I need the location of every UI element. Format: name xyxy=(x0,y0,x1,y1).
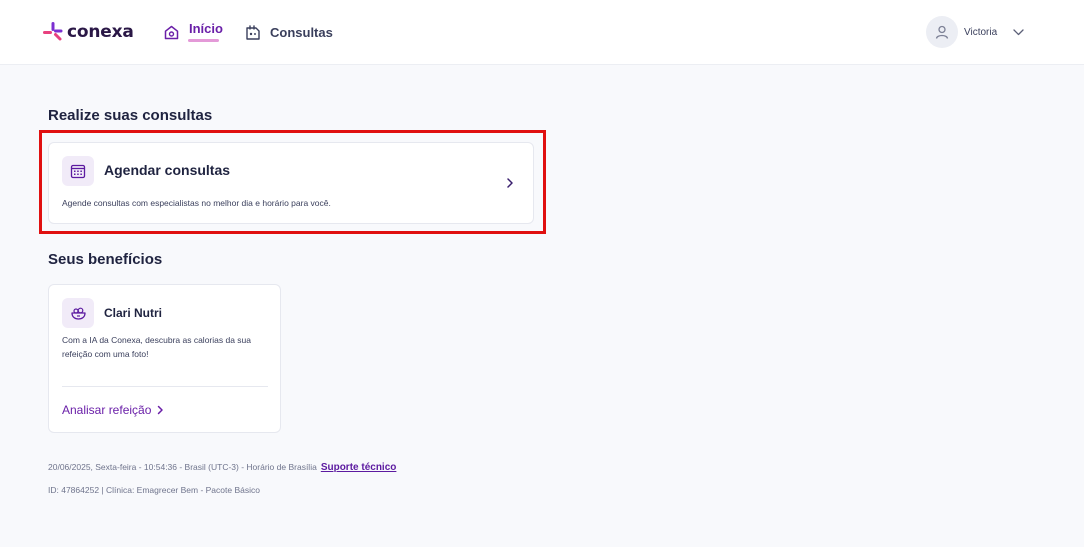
nav-tab-inicio[interactable]: Início xyxy=(163,0,223,64)
analisar-refeicao-label: Analisar refeição xyxy=(62,403,152,417)
nav-tab-inicio-label: Início xyxy=(189,20,223,36)
active-tab-indicator xyxy=(188,39,219,42)
section-title-beneficios: Seus benefícios xyxy=(48,251,163,268)
suporte-tecnico-link[interactable]: Suporte técnico xyxy=(321,462,397,473)
calendar-icon xyxy=(70,164,86,179)
avatar xyxy=(926,16,958,48)
chevron-right-icon[interactable] xyxy=(506,177,514,189)
calendar-icon-tile xyxy=(62,156,94,186)
footer-timestamp: 20/06/2025, Sexta-feira - 10:54:36 - Bra… xyxy=(48,462,317,472)
agendar-consultas-card[interactable]: Agendar consultas Agende consultas com e… xyxy=(48,142,534,224)
clari-card-title: Clari Nutri xyxy=(104,306,163,320)
chevron-right-icon xyxy=(158,405,164,415)
section-title-consultas: Realize suas consultas xyxy=(48,107,213,124)
clari-nutri-card: Clari Nutri Com a IA da Conexa, descubra… xyxy=(48,284,281,433)
agendar-card-title: Agendar consultas xyxy=(104,162,231,178)
analisar-refeicao-link[interactable]: Analisar refeição xyxy=(62,403,164,417)
nav-tab-consultas-label: Consultas xyxy=(270,24,333,40)
food-icon-tile xyxy=(62,298,94,328)
conexa-logo-mark-icon xyxy=(43,22,63,41)
brand-name: conexa xyxy=(67,22,134,42)
card-divider xyxy=(62,386,268,387)
nav-tab-consultas[interactable]: Consultas xyxy=(245,0,333,64)
agendar-card-description: Agende consultas com especialistas no me… xyxy=(62,198,331,208)
chevron-down-icon[interactable] xyxy=(1013,28,1024,36)
user-icon xyxy=(935,25,949,39)
footer-account-info: ID: 47864252 | Clínica: Emagrecer Bem - … xyxy=(48,485,260,495)
clari-card-description: Com a IA da Conexa, descubra as calorias… xyxy=(62,335,251,359)
footer-status-line: 20/06/2025, Sexta-feira - 10:54:36 - Bra… xyxy=(48,462,396,473)
food-bowl-icon xyxy=(70,307,86,320)
user-menu[interactable]: Victoria xyxy=(926,16,1024,48)
consultations-icon xyxy=(246,24,260,40)
top-navigation-bar: conexa Início Consultas Victoria xyxy=(0,0,1084,65)
user-name: Victoria xyxy=(964,26,998,38)
conexa-logo[interactable]: conexa xyxy=(43,20,134,44)
home-icon xyxy=(164,25,179,39)
